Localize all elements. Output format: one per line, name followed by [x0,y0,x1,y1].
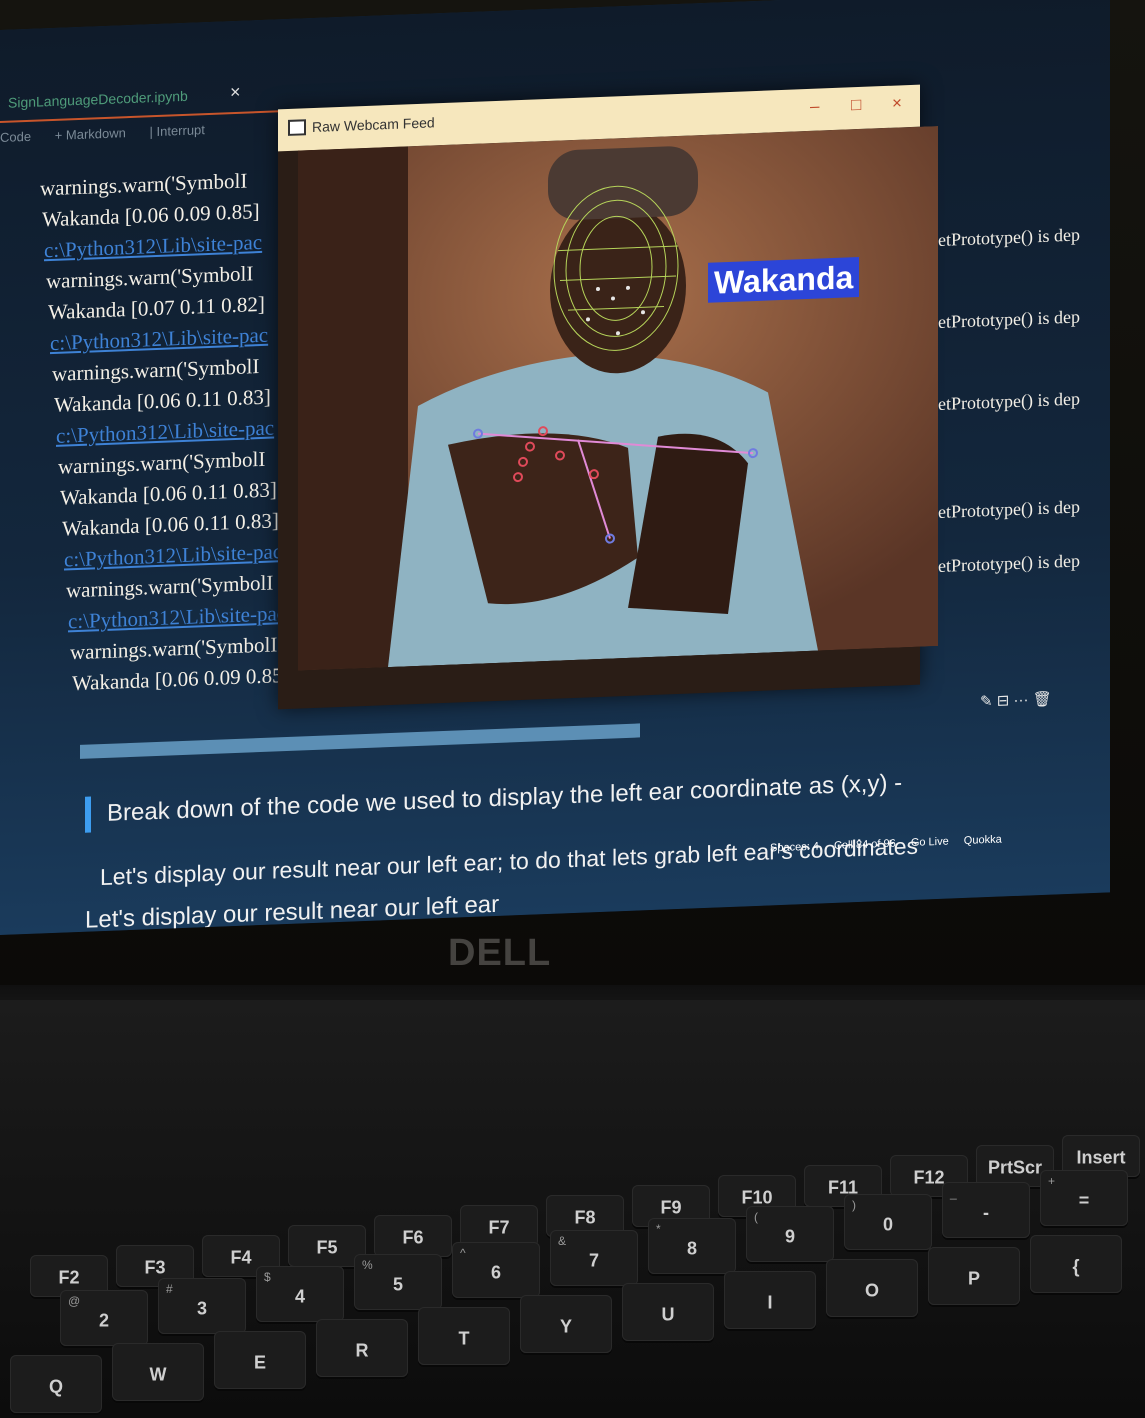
key-label: Insert [1076,1147,1126,1168]
laptop-screen: SignLanguageDecoder.ipynb × Code + Markd… [0,0,1110,936]
tab-label: SignLanguageDecoder.ipynb [8,87,188,111]
number-key[interactable]: $4 [256,1266,344,1322]
key-shift-label: @ [68,1294,81,1308]
key-label: 5 [392,1274,404,1295]
number-key[interactable]: #3 [158,1278,246,1334]
maximize-icon[interactable]: □ [851,95,861,115]
more-icon[interactable]: ··· [1014,691,1029,709]
key-shift-label: ^ [460,1246,466,1260]
webcam-feed: Wakanda [298,125,938,671]
key-shift-label: * [656,1222,661,1236]
split-icon[interactable]: ⊟ [997,692,1010,709]
key-shift-label: ( [754,1210,758,1224]
key-label: I [767,1292,773,1313]
edit-icon[interactable]: ✎ [980,693,993,710]
key-label: F2 [58,1267,80,1288]
key-label: F8 [574,1207,596,1228]
letter-key[interactable]: T [418,1307,510,1365]
function-key[interactable]: F7 [460,1205,538,1247]
window-title: Raw Webcam Feed [312,114,435,136]
number-key[interactable]: @2 [60,1290,148,1346]
delete-icon[interactable]: 🗑 [1033,691,1052,709]
letter-key[interactable]: U [622,1283,714,1341]
status-quokka[interactable]: Quokka [964,834,1002,847]
key-shift-label: + [1048,1174,1056,1188]
key-label: - [983,1202,989,1223]
window-app-icon [288,119,306,136]
number-key[interactable]: * 8 [648,1218,736,1274]
letter-key[interactable]: W [112,1343,204,1401]
close-icon[interactable]: × [230,82,241,103]
key-label: = [1078,1190,1090,1211]
key-shift-label: $ [264,1270,271,1284]
number-key[interactable]: ) 0 [844,1194,932,1250]
key-label: F9 [660,1197,682,1218]
number-key[interactable]: % 5 [354,1254,442,1310]
key-label: F6 [402,1227,424,1248]
key-label: 0 [882,1214,894,1235]
status-cell[interactable]: Cell 84 of 96 [834,838,896,852]
key-label: F5 [316,1237,338,1258]
key-label: F12 [913,1167,945,1188]
key-label: P [967,1268,981,1289]
webcam-window[interactable]: Raw Webcam Feed – □ × Wakanda [278,84,938,710]
key-label: { [1072,1256,1080,1277]
key-label: E [253,1352,267,1373]
number-key[interactable]: _ - [942,1182,1030,1238]
key-label: F7 [488,1217,510,1238]
key-label: O [864,1280,880,1301]
key-label: W [149,1364,167,1385]
keyboard: F2 F3 F4 F5 F6 F7 F8 F9 F10 F11 F12 PrtScr Insert @2 #… [0,1000,1145,1418]
toolbar-markdown-button[interactable]: + Markdown [55,125,126,143]
key-label: F4 [230,1247,252,1268]
key-shift-label: & [558,1234,567,1248]
webcam-frame [298,125,938,671]
key-label: 4 [294,1286,306,1307]
close-icon[interactable]: × [892,93,902,113]
letter-key[interactable]: { [1030,1235,1122,1293]
minimize-icon[interactable]: – [810,97,819,117]
cell-output: warnings.warn('SymbolI Wakanda [0.06 0.09… [40,163,300,700]
number-key[interactable]: ^ 6 [452,1242,540,1298]
letter-key[interactable]: Y [520,1295,612,1353]
key-label: T [458,1328,470,1349]
key-label: 7 [588,1250,600,1271]
key-label: Y [559,1316,573,1337]
status-spaces[interactable]: Spaces: 4 [770,841,819,855]
key-shift-label: _ [950,1186,957,1200]
key-label: 2 [98,1310,110,1331]
cell-toolbar: ✎ ⊟ ··· 🗑 [980,690,1052,711]
key-label: 3 [196,1298,208,1319]
letter-key[interactable]: P [928,1247,1020,1305]
key-label: U [661,1304,675,1325]
letter-key[interactable]: R [316,1319,408,1377]
number-key[interactable]: + = [1040,1170,1128,1226]
key-label: PrtScr [987,1157,1043,1178]
key-label: 6 [490,1262,502,1283]
letter-key[interactable]: I [724,1271,816,1329]
letter-key[interactable]: E [214,1331,306,1389]
key-label: Q [48,1376,64,1397]
key-shift-label: # [166,1282,173,1296]
status-go-live[interactable]: Go Live [911,836,949,849]
letter-key[interactable]: Q [10,1355,102,1413]
function-key[interactable]: F6 [374,1215,452,1257]
key-label: R [355,1340,369,1361]
dell-logo: DELL [448,932,552,974]
toolbar-interrupt-button[interactable]: | Interrupt [150,122,205,139]
key-label: 8 [686,1238,698,1259]
key-shift-label: ) [852,1198,856,1212]
letter-key[interactable]: O [826,1259,918,1317]
key-shift-label: % [362,1258,373,1272]
number-key[interactable]: & 7 [550,1230,638,1286]
number-key[interactable]: (9 [746,1206,834,1262]
detection-label: Wakanda [708,256,860,303]
toolbar-code-button[interactable]: Code [0,129,31,145]
key-label: 9 [784,1226,796,1247]
key-label: F3 [144,1257,166,1278]
